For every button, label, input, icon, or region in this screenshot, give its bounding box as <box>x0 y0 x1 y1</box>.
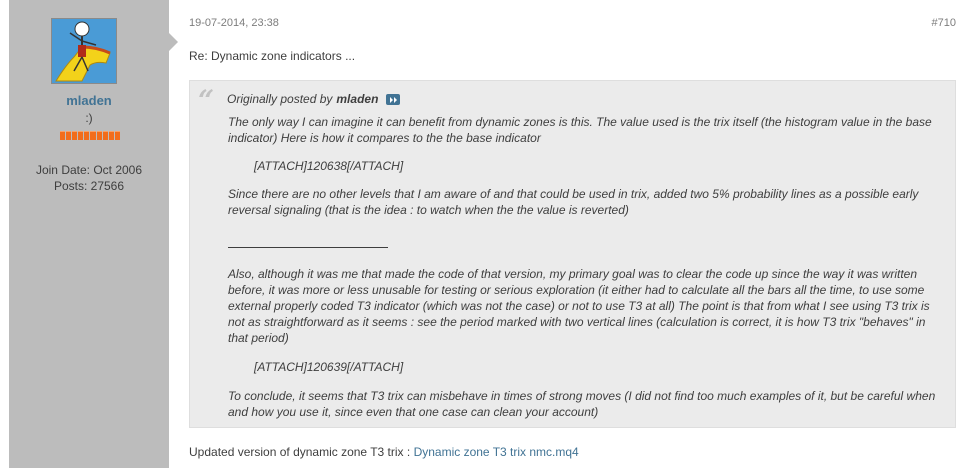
quote-paragraph: To conclude, it seems that T3 trix can m… <box>228 389 936 419</box>
reputation-pip <box>66 131 72 140</box>
forum-post: mladen :) Join Date: Oct 2006 Posts: 275… <box>0 0 974 468</box>
reputation-pip <box>78 131 84 140</box>
reputation-pip <box>84 131 90 140</box>
quote-paragraph: Also, although it was me that made the c… <box>228 267 930 345</box>
quote-author: mladen <box>336 92 379 106</box>
post-footer: Updated version of dynamic zone T3 trix … <box>189 445 579 459</box>
username-link[interactable]: mladen <box>9 93 169 108</box>
quote-block: “ Originally posted by mladen The only w… <box>189 80 956 428</box>
post-count: Posts: 27566 <box>53 179 125 193</box>
user-avatar[interactable] <box>51 18 117 84</box>
post-number-link[interactable]: #710 <box>932 17 956 29</box>
userinfo-pointer <box>169 33 178 51</box>
reputation-bar <box>60 131 120 140</box>
post-title: Re: Dynamic zone indicators ... <box>189 49 356 63</box>
post-date: 19-07-2014, 23:38 <box>189 17 279 29</box>
reputation-pip <box>102 131 108 140</box>
attachment-placeholder: [ATTACH]120639[/ATTACH] <box>254 360 404 374</box>
attachment-placeholder: [ATTACH]120638[/ATTACH] <box>254 159 404 173</box>
reputation-pip <box>60 131 66 140</box>
reputation-pip <box>90 131 96 140</box>
quote-intro: Originally posted by <box>227 92 333 106</box>
quote-divider <box>228 247 388 248</box>
quote-header: Originally posted by mladen <box>227 92 401 106</box>
footer-text: Updated version of dynamic zone T3 trix … <box>189 445 414 459</box>
user-info-panel: mladen :) Join Date: Oct 2006 Posts: 275… <box>9 0 169 468</box>
reputation-pip <box>108 131 114 140</box>
user-stats: Join Date: Oct 2006 Posts: 27566 <box>9 162 169 194</box>
quote-paragraph: Since there are no other levels that I a… <box>228 187 919 217</box>
join-date: Join Date: Oct 2006 <box>35 163 143 177</box>
user-title: :) <box>85 111 93 125</box>
quote-mark-icon: “ <box>198 84 215 117</box>
attachment-link[interactable]: Dynamic zone T3 trix nmc.mq4 <box>414 445 579 459</box>
reputation-pip <box>96 131 102 140</box>
quote-paragraph: The only way I can imagine it can benefi… <box>228 115 932 145</box>
reputation-pip <box>72 131 78 140</box>
view-post-icon[interactable] <box>386 93 401 105</box>
avatar-image <box>52 19 116 83</box>
reputation-pip <box>114 131 120 140</box>
